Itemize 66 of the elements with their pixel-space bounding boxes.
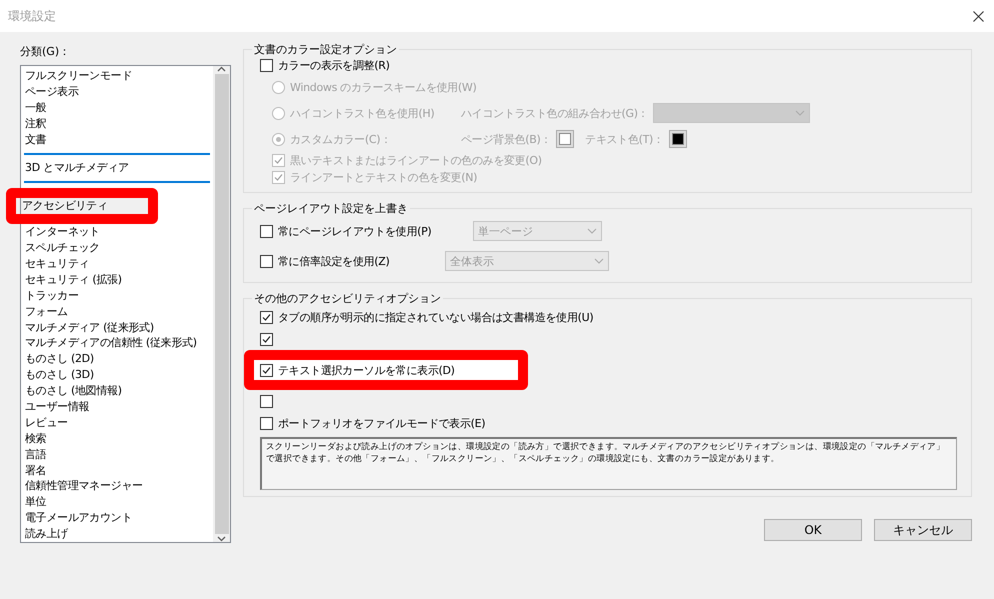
category-item[interactable]: マルチメディア (従来形式) bbox=[24, 320, 213, 336]
category-item[interactable]: 単位 bbox=[24, 494, 213, 510]
color-label: テキスト色(T)： bbox=[585, 132, 664, 146]
category-item[interactable]: 検索 bbox=[24, 430, 213, 447]
category-item[interactable]: セキュリティ (拡張) bbox=[24, 272, 213, 288]
category-item[interactable]: 注釈 bbox=[24, 116, 213, 132]
category-item[interactable]: フォーム bbox=[24, 304, 213, 320]
radio-label: Windows のカラースキームを使用(W) bbox=[290, 80, 476, 94]
color-swatch[interactable] bbox=[556, 130, 574, 148]
category-item[interactable]: 文書 bbox=[24, 132, 213, 148]
checkbox-label: 黒いテキストまたはラインアートの色のみを変更(O) bbox=[290, 153, 542, 168]
scroll-up-icon[interactable] bbox=[217, 66, 226, 72]
checkbox[interactable] bbox=[260, 394, 273, 408]
category-label: 分類(G)： bbox=[20, 44, 72, 59]
checkbox[interactable] bbox=[260, 59, 273, 72]
category-item[interactable]: トラッカー bbox=[24, 288, 213, 304]
category-item[interactable]: 3D とマルチメディア bbox=[24, 160, 213, 176]
checkbox-label: ラインアートとテキストの色を変更(N) bbox=[290, 170, 478, 185]
checkbox-label: 常にページレイアウトを使用(P) bbox=[278, 224, 432, 238]
checkbox-label: テキスト選択カーソルを常に表示(D) bbox=[278, 362, 455, 378]
category-item[interactable]: アクセシビリティ bbox=[21, 198, 148, 214]
category-item[interactable]: スペルチェック bbox=[24, 240, 213, 256]
category-item[interactable]: マルチメディアの信頼性 (従来形式) bbox=[24, 335, 213, 352]
group-title: その他のアクセシビリティオプション bbox=[253, 291, 442, 306]
category-item[interactable]: ユーザー情報 bbox=[24, 398, 213, 415]
checkbox[interactable] bbox=[260, 310, 273, 324]
checkbox[interactable] bbox=[260, 332, 273, 346]
category-item[interactable]: 信頼性管理マネージャー bbox=[24, 478, 213, 494]
checkbox-label: ポートフォリオをファイルモードで表示(E) bbox=[278, 416, 486, 430]
checkbox[interactable] bbox=[260, 224, 273, 238]
scroll-down-icon[interactable] bbox=[217, 536, 226, 542]
checkbox-label: カラーの表示を調整(R) bbox=[278, 58, 390, 73]
checkbox-label: タブの順序が明示的に指定されていない場合は文書構造を使用(U) bbox=[278, 310, 594, 324]
category-item[interactable]: 一般 bbox=[24, 100, 213, 116]
category-item[interactable]: 電子メールアカウント bbox=[24, 510, 213, 526]
category-item[interactable]: ものさし (2D) bbox=[24, 351, 213, 368]
chevron-down-icon bbox=[795, 110, 806, 116]
category-item[interactable]: 署名 bbox=[24, 462, 213, 478]
close-icon[interactable] bbox=[973, 10, 984, 22]
radio-label: ハイコントラスト色を使用(H) bbox=[290, 106, 436, 120]
category-item[interactable]: レビュー bbox=[24, 414, 213, 431]
group-title: ページレイアウト設定を上書き bbox=[253, 201, 409, 216]
category-item[interactable]: 言語 bbox=[24, 446, 213, 463]
color-swatch[interactable] bbox=[668, 130, 687, 148]
cancel-button[interactable]: キャンセル bbox=[874, 519, 972, 541]
window-title: 環境設定 bbox=[8, 8, 56, 24]
scrollbar[interactable] bbox=[213, 66, 230, 542]
color-label: ページ背景色(B)： bbox=[461, 132, 552, 146]
combo-label: ハイコントラスト色の組み合わせ(G)： bbox=[461, 106, 648, 120]
group-title: 文書のカラー設定オプション bbox=[253, 42, 398, 57]
checkbox-label: 常に倍率設定を使用(Z) bbox=[278, 254, 391, 268]
info-text: スクリーンリーダおよび読み上げのオプションは、環境設定の「読み方」で選択できます。マルチメディアのアクセシビリティオプションは、環境設定の「マルチメディア」で選択できます。その他「フォーム」、「フルスクリーン」、「スペルチェック」の環境設定にも、文書のカラー設定があります。 bbox=[260, 437, 957, 490]
radio-label: カスタムカラー(C)： bbox=[290, 132, 392, 146]
category-item[interactable]: インターネット bbox=[24, 224, 213, 240]
chevron-down-icon bbox=[594, 258, 604, 264]
checkbox[interactable] bbox=[260, 416, 273, 430]
category-item[interactable]: ページ表示 bbox=[24, 84, 213, 100]
category-item[interactable]: セキュリティ bbox=[24, 256, 213, 272]
category-item[interactable]: ものさし (地図情報) bbox=[24, 383, 213, 399]
category-item[interactable]: ものさし (3D) bbox=[24, 367, 213, 384]
category-item[interactable]: フルスクリーンモード bbox=[24, 68, 213, 84]
checkbox[interactable] bbox=[260, 254, 273, 268]
ok-button[interactable]: OK bbox=[764, 519, 862, 541]
checkbox[interactable] bbox=[260, 364, 273, 376]
chevron-down-icon bbox=[587, 228, 597, 234]
category-item[interactable]: 読み上げ bbox=[24, 526, 213, 542]
